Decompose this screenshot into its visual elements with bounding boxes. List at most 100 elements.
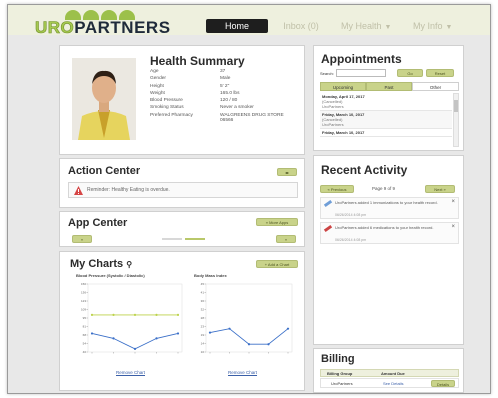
- health-summary-panel: Health Summary Age 37 Gender Male Height 5' 2…: [59, 45, 305, 155]
- health-field-value: 165.0 lbs: [220, 90, 240, 96]
- y-tick-label: 23: [201, 325, 205, 329]
- app-page-indicator: [162, 238, 182, 240]
- reminder-text: Reminder: Healthy Eating is overdue.: [87, 187, 170, 193]
- health-field-value: 5' 2": [220, 83, 230, 89]
- see-details-link[interactable]: See Details: [383, 379, 403, 389]
- appointment-search-input[interactable]: [336, 69, 386, 77]
- appointments-panel: Appointments Search: Go Reset Upcoming P…: [313, 45, 464, 151]
- amount-due-header: Amount Due: [381, 371, 405, 376]
- health-field-label: Gender: [150, 76, 166, 82]
- appointment-provider: UroPartners: [322, 122, 344, 127]
- app-page-indicator-active: [185, 238, 205, 240]
- appointments-title: Appointments: [321, 52, 402, 66]
- nav-my-info-label: My Info: [413, 21, 443, 31]
- y-tick-label: 10: [201, 350, 205, 354]
- health-field-row: Gender Male: [150, 76, 300, 83]
- appointment-item[interactable]: Friday, March 10, 2017 (Cancelled) UroPart…: [320, 111, 452, 129]
- my-charts-panel: My Charts ⚲ + Add a Chart Blood Pressure…: [59, 251, 305, 391]
- y-tick-label: 40: [83, 350, 87, 354]
- warning-icon: [74, 186, 83, 195]
- close-icon[interactable]: ×: [451, 199, 455, 205]
- action-center-panel: Action Center ◂▸ Reminder: Healthy Eatin…: [59, 158, 305, 208]
- billing-table-header: Billing Group Amount Due: [320, 369, 459, 377]
- appointment-tabs: Upcoming Past Other: [320, 82, 459, 91]
- uropartners-logo[interactable]: UROPARTNERS: [35, 10, 185, 37]
- data-point: [155, 337, 158, 340]
- activity-item[interactable]: UroPartners added 1 immunizations to you…: [320, 197, 459, 219]
- nav-my-health-tab[interactable]: My Health ▼: [341, 19, 391, 33]
- tab-other[interactable]: Other: [412, 82, 459, 91]
- data-point: [208, 331, 212, 334]
- logo-partners-text: PARTNERS: [74, 18, 171, 37]
- plot-area: [87, 283, 183, 353]
- search-reset-button[interactable]: Reset: [426, 69, 454, 77]
- y-tick-label: 123: [81, 299, 86, 303]
- activity-text: UroPartners added 1 immunizations to you…: [335, 200, 438, 205]
- billing-title: Billing: [321, 353, 355, 365]
- my-charts-label: My Charts: [70, 258, 124, 270]
- reminder-alert[interactable]: Reminder: Healthy Eating is overdue.: [68, 182, 298, 198]
- activity-prev-button[interactable]: « Previous: [320, 185, 354, 193]
- y-tick-label: 109: [81, 308, 86, 312]
- recent-activity-title: Recent Activity: [321, 163, 408, 177]
- blood-pressure-chart: 40 54 68 81 95 109 123 136 150: [81, 282, 183, 354]
- search-go-button[interactable]: Go: [397, 69, 423, 77]
- filter-icon[interactable]: ⚲: [126, 260, 132, 269]
- close-icon[interactable]: ×: [451, 224, 455, 230]
- activity-page-indicator: Page 9 of 9: [372, 186, 396, 191]
- data-point: [267, 343, 270, 346]
- y-tick-label: 14: [201, 342, 205, 346]
- appointment-date: Friday, March 10, 2017: [322, 130, 365, 135]
- logo-uro-text: URO: [35, 18, 75, 38]
- chevron-down-icon: ▼: [445, 24, 453, 31]
- y-tick-label: 28: [201, 316, 205, 320]
- appointment-scrollbar[interactable]: [453, 93, 459, 147]
- data-point: [112, 313, 115, 317]
- more-apps-button[interactable]: » More Apps: [256, 218, 298, 226]
- remove-chart-link[interactable]: Remove Chart: [116, 370, 145, 375]
- remove-chart-link[interactable]: Remove Chart: [228, 370, 257, 375]
- health-field-value: Male: [220, 76, 231, 82]
- health-field-label: Age: [150, 69, 159, 74]
- scrollbar-thumb[interactable]: [454, 100, 458, 112]
- y-tick-label: 136: [81, 291, 86, 295]
- action-center-toggle-button[interactable]: ◂▸: [277, 168, 297, 176]
- app-window: UROPARTNERS Home Inbox (0) My Health ▼ My…: [7, 4, 491, 394]
- nav-home-tab[interactable]: Home: [206, 19, 268, 33]
- activity-text: UroPartners added 6 medications to your …: [335, 225, 434, 230]
- y-tick-label: 95: [83, 316, 87, 320]
- app-center-title: App Center: [68, 217, 128, 229]
- appointment-item[interactable]: Friday, March 10, 2017: [320, 129, 452, 137]
- recent-activity-panel: Recent Activity « Previous Page 9 of 9 N…: [313, 155, 464, 345]
- activity-timestamp: 06/26/2014 4:08 pm: [335, 213, 367, 217]
- nav-my-info-tab[interactable]: My Info ▼: [413, 19, 452, 33]
- chart-card-bmi: Body Mass Index 10 14 19 23 28 32 36 41 45 Remov…: [194, 273, 298, 381]
- activity-item[interactable]: UroPartners added 6 medications to your …: [320, 222, 459, 244]
- data-point: [90, 313, 94, 317]
- y-tick-label: 45: [201, 282, 205, 286]
- health-field-value: Never a smoker: [220, 105, 254, 111]
- billing-details-button[interactable]: Details: [431, 380, 455, 387]
- activity-next-button[interactable]: Next »: [425, 185, 455, 193]
- health-field-row: Smoking Status Never a smoker: [150, 105, 300, 112]
- nav-inbox-tab[interactable]: Inbox (0): [276, 19, 326, 33]
- data-point: [112, 337, 115, 340]
- health-field-label: Smoking Status: [150, 105, 184, 111]
- app-prev-button[interactable]: «: [72, 235, 92, 243]
- plot-area: [205, 283, 293, 353]
- add-chart-button[interactable]: + Add a Chart: [256, 260, 298, 268]
- tab-past[interactable]: Past: [366, 82, 412, 91]
- y-tick-label: 19: [201, 333, 205, 337]
- tab-upcoming[interactable]: Upcoming: [320, 82, 366, 91]
- health-field-row: Height 5' 2": [150, 84, 300, 91]
- health-summary-fields: Age 37 Gender Male Height 5' 2" Weight 165.0 lb…: [150, 69, 300, 124]
- health-field-label: Blood Pressure: [150, 98, 183, 104]
- appointment-provider: UroPartners: [322, 104, 344, 109]
- y-tick-label: 41: [201, 291, 205, 295]
- health-field-value: 37: [220, 69, 226, 74]
- app-next-button[interactable]: »: [276, 235, 296, 243]
- health-field-label: Weight: [150, 90, 165, 96]
- action-center-title: Action Center: [68, 165, 141, 177]
- appointment-item[interactable]: Monday, April 17, 2017 (Cancelled) UroPart…: [320, 93, 452, 111]
- data-point: [90, 332, 94, 335]
